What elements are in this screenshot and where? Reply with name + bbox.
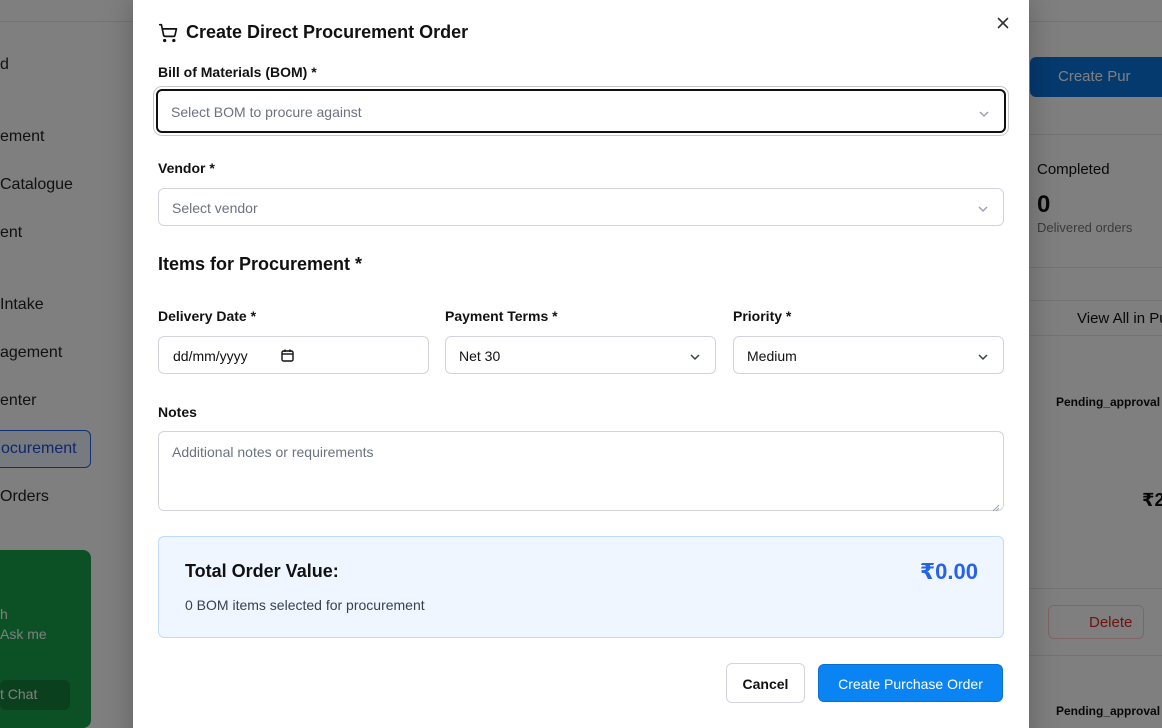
priority-value: Medium xyxy=(747,348,797,364)
items-section-title: Items for Procurement * xyxy=(158,254,363,274)
payment-terms-value: Net 30 xyxy=(459,348,501,364)
total-subtitle: 0 BOM items selected for procurement xyxy=(185,597,425,613)
payment-terms-select[interactable]: Net 30 xyxy=(445,336,716,374)
order-total-summary: Total Order Value: ₹0.00 0 BOM items sel… xyxy=(158,536,1004,638)
dialog-title: Create Direct Procurement Order xyxy=(186,22,469,42)
bom-label: Bill of Materials (BOM) * xyxy=(158,64,317,80)
shopping-cart-icon xyxy=(158,23,178,43)
total-value: ₹0.00 xyxy=(919,559,978,584)
payment-terms-label: Payment Terms * xyxy=(445,308,558,324)
vendor-label: Vendor * xyxy=(158,160,215,176)
vendor-select[interactable]: Select vendor xyxy=(158,188,1004,226)
create-purchase-order-button[interactable]: Create Purchase Order xyxy=(818,664,1003,702)
cancel-label: Cancel xyxy=(742,676,789,692)
chevron-down-icon xyxy=(977,202,989,214)
notes-label: Notes xyxy=(158,404,197,420)
chevron-down-icon xyxy=(689,350,701,362)
chevron-down-icon xyxy=(978,107,990,119)
bom-select[interactable]: Select BOM to procure against xyxy=(156,89,1006,133)
create-procurement-dialog: Create Direct Procurement Order Bill of … xyxy=(133,0,1029,728)
notes-textarea[interactable]: Additional notes or requirements xyxy=(158,431,1004,512)
create-purchase-order-label: Create Purchase Order xyxy=(838,676,983,692)
total-label: Total Order Value: xyxy=(185,561,339,581)
delivery-date-label: Delivery Date * xyxy=(158,308,257,324)
calendar-icon[interactable] xyxy=(281,349,294,362)
dialog-header: Create Direct Procurement Order xyxy=(158,22,468,43)
close-icon[interactable] xyxy=(995,15,1011,31)
bom-placeholder: Select BOM to procure against xyxy=(171,104,362,120)
vendor-placeholder: Select vendor xyxy=(172,200,258,216)
notes-placeholder: Additional notes or requirements xyxy=(172,444,374,460)
priority-label: Priority * xyxy=(733,308,792,324)
delivery-date-input[interactable]: dd/mm/yyyy xyxy=(158,336,429,374)
cancel-button[interactable]: Cancel xyxy=(726,663,805,703)
priority-select[interactable]: Medium xyxy=(733,336,1004,374)
delivery-date-value: dd/mm/yyyy xyxy=(173,348,248,364)
chevron-down-icon xyxy=(977,350,989,362)
resize-grip-icon[interactable] xyxy=(992,499,1000,512)
